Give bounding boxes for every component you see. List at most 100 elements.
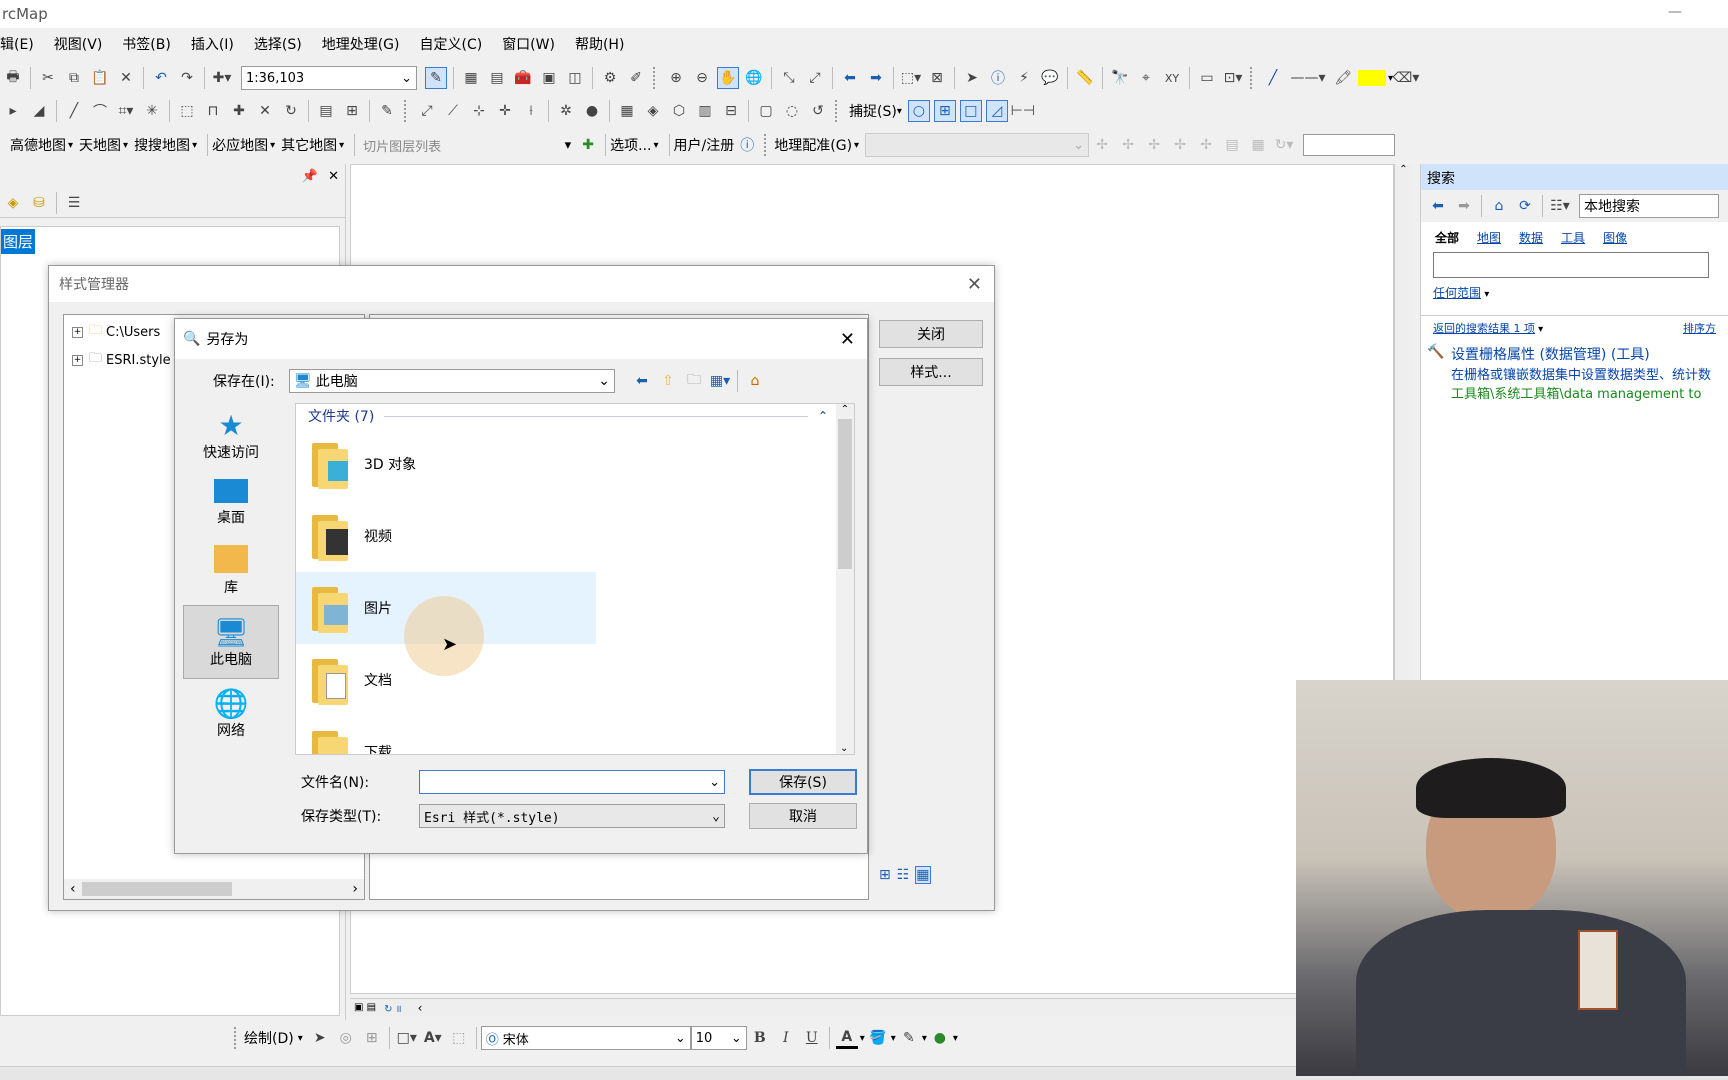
topo-h-icon[interactable]: ▦ — [616, 100, 638, 122]
tree-scrollbar[interactable]: ‹ › — [64, 879, 364, 899]
home-icon[interactable]: ⌂ — [744, 370, 766, 392]
zoom-out-icon[interactable]: ⊖ — [691, 67, 713, 89]
georef-tool-e-icon[interactable]: ✢ — [1195, 134, 1217, 156]
html-popup-icon[interactable]: 💬 — [1039, 67, 1061, 89]
georef-grid-icon[interactable]: ▦ — [1247, 134, 1269, 156]
list-by-drawing-icon[interactable]: ◈ — [2, 192, 24, 214]
edit-annotation-icon[interactable]: ◢ — [28, 100, 50, 122]
italic-button[interactable]: I — [775, 1027, 797, 1049]
georef-table-icon[interactable]: ▤ — [1221, 134, 1243, 156]
toc-close-icon[interactable]: ✕ — [328, 169, 339, 184]
end-snap-icon[interactable]: ⊞ — [933, 100, 956, 122]
topo-i-icon[interactable]: ◈ — [642, 100, 664, 122]
viewer-icon[interactable]: ⊡▾ — [1222, 67, 1244, 89]
georef-rotate-icon[interactable]: ↻▾ — [1273, 134, 1295, 156]
menu-bookmarks[interactable]: 书签(B) — [112, 34, 181, 54]
tool-b-icon[interactable]: ✐ — [625, 67, 647, 89]
add-tile-icon[interactable]: ✚ — [577, 134, 599, 156]
find-icon[interactable]: 🔭 — [1109, 67, 1131, 89]
hyperlink-icon[interactable]: ⚡ — [1013, 67, 1035, 89]
topo-f-icon[interactable]: ✲ — [555, 100, 577, 122]
font-size-dropdown[interactable]: 10 ⌄ — [690, 1026, 747, 1050]
menu-selection[interactable]: 选择(S) — [244, 34, 312, 54]
print-icon[interactable]: 🖶 — [2, 67, 24, 89]
select-features-icon[interactable]: ⬚▾ — [900, 67, 922, 89]
topo-o-icon[interactable]: ↺ — [807, 100, 829, 122]
edit-tool-icon[interactable]: ▸ — [2, 100, 24, 122]
search-tab-images[interactable]: 图像 — [1603, 229, 1627, 246]
georeferencing-menu[interactable]: 地理配准(G) — [774, 135, 852, 155]
basemap-bing[interactable]: 必应地图 — [212, 135, 268, 155]
go-to-xy-icon[interactable]: XY — [1161, 67, 1183, 89]
model-icon[interactable]: ◫ — [564, 67, 586, 89]
scale-combobox[interactable]: 1:36,103 ⌄ — [241, 66, 417, 90]
search-tab-all[interactable]: 全部 — [1435, 229, 1459, 246]
new-folder-icon[interactable]: 🗀 — [683, 370, 705, 392]
menu-windows[interactable]: 窗口(W) — [492, 34, 565, 54]
line-style-icon[interactable]: ——▾ — [1288, 67, 1328, 89]
menu-help[interactable]: 帮助(H) — [565, 34, 634, 54]
up-folder-icon[interactable]: ⇧ — [657, 370, 679, 392]
go-back-icon[interactable]: ⬅ — [631, 370, 653, 392]
minimize-button[interactable]: — — [1668, 4, 1682, 20]
topo-a-icon[interactable]: ⤢ — [416, 100, 438, 122]
reshape-icon[interactable]: ⊓ — [202, 100, 224, 122]
nav-library[interactable]: 库 — [183, 537, 279, 605]
point-snap-icon[interactable]: ○ — [907, 100, 930, 122]
topo-g-icon[interactable]: ● — [581, 100, 603, 122]
search-input[interactable] — [1433, 252, 1709, 278]
python-icon[interactable]: ▣ — [538, 67, 560, 89]
draw-menu[interactable]: 绘制(D) — [244, 1028, 294, 1048]
menu-view[interactable]: 视图(V) — [44, 34, 113, 54]
topo-l-icon[interactable]: ⊟ — [720, 100, 742, 122]
search-tab-tools[interactable]: 工具 — [1561, 229, 1585, 246]
layers-node[interactable]: 图层 — [1, 229, 36, 254]
topo-e-icon[interactable]: ⟊ — [520, 100, 542, 122]
result-title[interactable]: 设置栅格属性 (数据管理) (工具) — [1451, 344, 1711, 364]
list-icon[interactable]: ☷ — [897, 867, 910, 883]
delete-icon[interactable]: ✕ — [115, 67, 137, 89]
menu-insert[interactable]: 插入(I) — [181, 34, 244, 54]
split-icon[interactable]: ✕ — [254, 100, 276, 122]
georef-input[interactable] — [1303, 134, 1396, 156]
basemap-soso[interactable]: 搜搜地图 — [134, 135, 190, 155]
search-forward-icon[interactable]: ➡ — [1453, 195, 1475, 217]
fill-color-icon[interactable]: 🪣 — [867, 1027, 889, 1049]
topo-b-icon[interactable]: ⟋ — [442, 100, 464, 122]
topo-m-icon[interactable]: ▢ — [755, 100, 777, 122]
point-icon[interactable]: ✳ — [141, 100, 163, 122]
nav-desktop[interactable]: 桌面 — [183, 469, 279, 537]
arc-segment-icon[interactable]: ⌒ — [89, 100, 111, 122]
topo-j-icon[interactable]: ⬡ — [668, 100, 690, 122]
user-register-menu[interactable]: 用户/注册 — [674, 135, 735, 155]
sketch-props-icon[interactable]: ⊞ — [341, 100, 363, 122]
copy-icon[interactable]: ⧉ — [63, 67, 85, 89]
topo-n-icon[interactable]: ◌ — [781, 100, 803, 122]
basemap-gaode[interactable]: 高德地图 — [10, 135, 66, 155]
topo-d-icon[interactable]: ✛ — [494, 100, 516, 122]
georef-tool-a-icon[interactable]: ✢ — [1091, 134, 1113, 156]
filetype-dropdown[interactable]: Esri 样式(*.style) ⌄ — [419, 804, 725, 828]
topo-c-icon[interactable]: ⊹ — [468, 100, 490, 122]
search-scope-dropdown[interactable]: 本地搜索 — [1579, 194, 1719, 218]
measure-icon[interactable]: 📏 — [1074, 67, 1096, 89]
select-elements-icon[interactable]: ➤ — [961, 67, 983, 89]
search-home-icon[interactable]: ⌂ — [1488, 195, 1510, 217]
search-tab-maps[interactable]: 地图 — [1477, 229, 1501, 246]
search-back-icon[interactable]: ⬅ — [1427, 195, 1449, 217]
editor-icon[interactable]: ✎ — [425, 67, 447, 89]
paste-icon[interactable]: 📋 — [89, 67, 111, 89]
undo-icon[interactable]: ↶ — [150, 67, 172, 89]
line-color-draw-icon[interactable]: ✎ — [898, 1027, 920, 1049]
table-icon[interactable]: ▦ — [460, 67, 482, 89]
line-color-icon[interactable]: ╱ — [1262, 67, 1284, 89]
georef-tool-b-icon[interactable]: ✢ — [1117, 134, 1139, 156]
fixed-zoom-in-icon[interactable]: ⤡ — [778, 67, 800, 89]
tool-a-icon[interactable]: ⚙ — [599, 67, 621, 89]
save-button[interactable]: 保存(S) — [749, 769, 857, 795]
tile-layer-dropdown[interactable]: 切片图层列表 ▾ — [359, 133, 575, 157]
full-extent-icon[interactable]: 🌐 — [743, 67, 765, 89]
vertex-snap-icon[interactable]: □ — [959, 100, 982, 122]
file-list-scrollbar[interactable]: ⌃ ⌄ — [836, 404, 854, 754]
fixed-zoom-out-icon[interactable]: ⤢ — [804, 67, 826, 89]
